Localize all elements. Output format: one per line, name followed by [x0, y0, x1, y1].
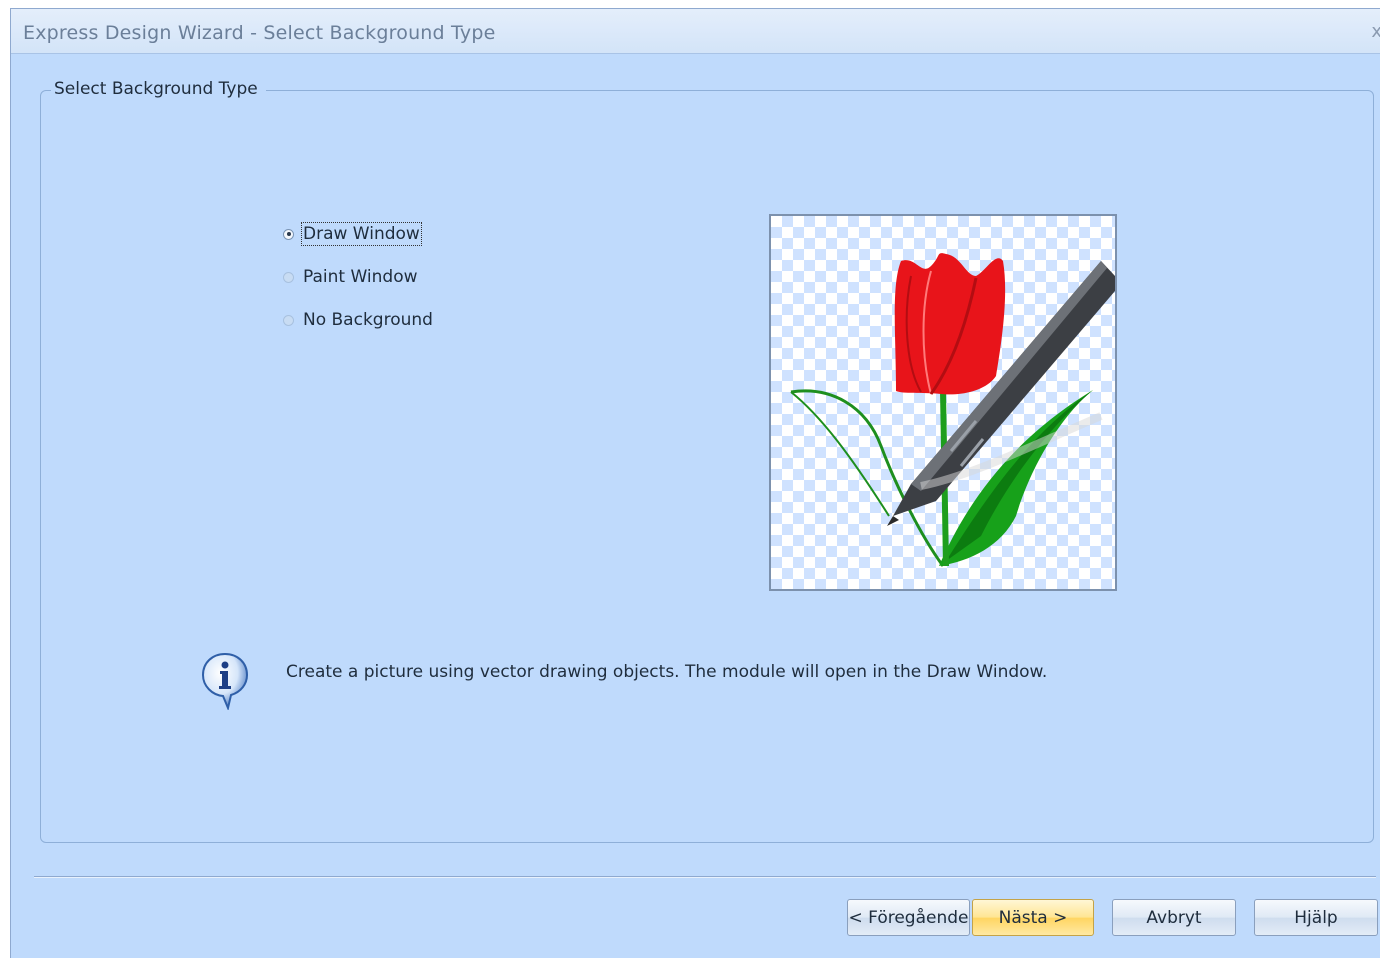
- background-preview-image: [769, 214, 1117, 591]
- group-legend: Select Background Type: [51, 79, 266, 99]
- radio-label-paint-window: Paint Window: [303, 267, 418, 287]
- footer-divider: [34, 876, 1376, 878]
- cancel-button[interactable]: Avbryt: [1112, 899, 1236, 936]
- radio-no-background[interactable]: No Background: [283, 310, 433, 330]
- radio-label-draw-window: Draw Window: [301, 222, 422, 246]
- back-button[interactable]: < Föregående: [847, 899, 970, 936]
- radio-button-paint-window[interactable]: [283, 271, 294, 283]
- next-button[interactable]: Nästa >: [972, 899, 1094, 936]
- radio-button-draw-window[interactable]: [283, 228, 294, 240]
- info-icon: [201, 652, 249, 710]
- title-bar[interactable]: Express Design Wizard - Select Backgroun…: [11, 9, 1380, 54]
- radio-draw-window[interactable]: Draw Window: [283, 222, 422, 246]
- help-button[interactable]: Hjälp: [1254, 899, 1378, 936]
- close-icon[interactable]: x: [1371, 21, 1380, 42]
- tulip-pen-illustration: [790, 253, 1115, 567]
- info-message: Create a picture using vector drawing ob…: [286, 662, 1048, 682]
- radio-paint-window[interactable]: Paint Window: [283, 267, 418, 287]
- radio-button-no-background[interactable]: [283, 314, 294, 326]
- radio-label-no-background: No Background: [303, 310, 433, 330]
- background-type-group: Select Background Type: [40, 79, 1374, 843]
- window-title: Express Design Wizard - Select Backgroun…: [23, 22, 496, 44]
